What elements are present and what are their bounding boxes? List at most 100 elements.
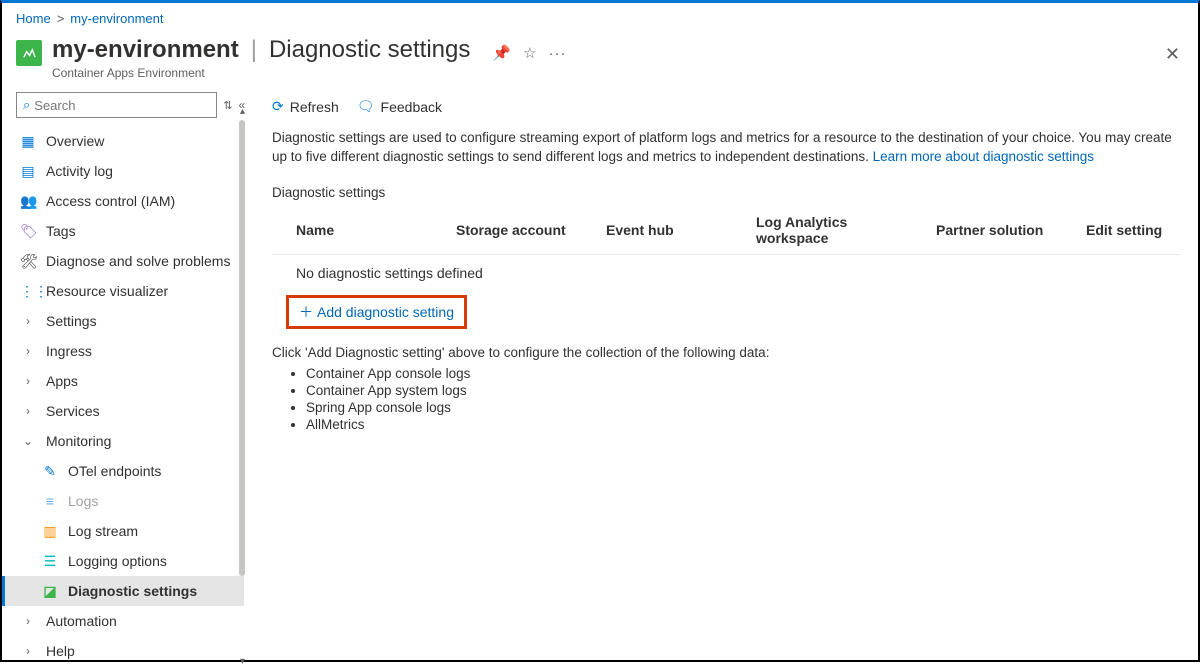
sidebar-group-services[interactable]: › Services: [2, 396, 244, 426]
page-header: my-environment | Diagnostic settings 📌 ☆…: [2, 30, 1198, 88]
sidebar-item-label: Log stream: [68, 523, 138, 539]
sidebar-item-label: Services: [46, 403, 100, 419]
list-item: Spring App console logs: [306, 400, 1180, 415]
diagnose-icon: 🛠: [20, 253, 36, 270]
list-item: Container App console logs: [306, 366, 1180, 381]
hint-text: Click 'Add Diagnostic setting' above to …: [272, 345, 1180, 360]
col-storage: Storage account: [432, 206, 582, 255]
diagnostic-settings-icon: ◪: [42, 583, 58, 600]
breadcrumb-sep: >: [57, 11, 65, 26]
list-item: AllMetrics: [306, 417, 1180, 432]
col-eventhub: Event hub: [582, 206, 732, 255]
sidebar-item-label: Access control (IAM): [46, 193, 175, 209]
sidebar-item-label: Tags: [46, 223, 76, 239]
sidebar-group-ingress[interactable]: › Ingress: [2, 336, 244, 366]
refresh-button[interactable]: ⟳ Refresh: [272, 98, 339, 115]
access-control-icon: 👥: [20, 193, 36, 210]
breadcrumb-home[interactable]: Home: [16, 11, 51, 26]
feedback-icon: 🗨: [357, 98, 375, 115]
sidebar-item-label: Diagnose and solve problems: [46, 253, 230, 269]
sidebar-item-label: Monitoring: [46, 433, 111, 449]
sidebar-search[interactable]: ⌕: [16, 92, 217, 118]
search-input[interactable]: [34, 98, 210, 113]
col-name: Name: [272, 206, 432, 255]
visualizer-icon: ⋮⋮: [20, 283, 36, 300]
learn-more-link[interactable]: Learn more about diagnostic settings: [873, 149, 1094, 164]
sidebar-group-settings[interactable]: › Settings: [2, 306, 244, 336]
sidebar-item-label: Overview: [46, 133, 104, 149]
breadcrumb: Home > my-environment: [2, 3, 1198, 30]
sidebar-item-otel[interactable]: ✎ OTel endpoints: [2, 456, 244, 486]
sidebar-item-diagnostic-settings[interactable]: ◪ Diagnostic settings: [2, 576, 244, 606]
section-label: Diagnostic settings: [272, 185, 1180, 200]
chevron-right-icon: ›: [20, 374, 36, 388]
close-button[interactable]: ✕: [1165, 44, 1180, 65]
diagnostic-settings-table: Name Storage account Event hub Log Analy…: [272, 206, 1180, 291]
description-text: Diagnostic settings are used to configur…: [272, 125, 1180, 179]
scroll-up-icon[interactable]: ▴: [240, 106, 245, 117]
sidebar-item-label: Settings: [46, 313, 97, 329]
sidebar-item-overview[interactable]: ▦ Overview: [2, 126, 244, 156]
sidebar-item-label: Activity log: [46, 163, 113, 179]
col-partner: Partner solution: [912, 206, 1062, 255]
feedback-button[interactable]: 🗨 Feedback: [357, 98, 442, 115]
pin-icon[interactable]: 📌: [492, 44, 511, 62]
search-icon: ⌕: [23, 97, 30, 113]
sidebar-item-tags[interactable]: 🏷 Tags: [2, 216, 244, 246]
sidebar-item-access-control[interactable]: 👥 Access control (IAM): [2, 186, 244, 216]
more-icon[interactable]: ···: [549, 45, 567, 62]
sidebar-item-label: Logging options: [68, 553, 167, 569]
title-separator: |: [251, 36, 257, 64]
toolbar: ⟳ Refresh 🗨 Feedback: [272, 92, 1180, 125]
sidebar-item-logging-options[interactable]: ☰ Logging options: [2, 546, 244, 576]
resource-type-subtitle: Container Apps Environment: [52, 66, 567, 80]
chevron-right-icon: ›: [20, 314, 36, 328]
sidebar-item-label: Logs: [68, 493, 98, 509]
chevron-right-icon: ›: [20, 404, 36, 418]
logging-options-icon: ☰: [42, 553, 58, 570]
sidebar-item-label: Resource visualizer: [46, 283, 168, 299]
tags-icon: 🏷: [20, 223, 36, 240]
add-diagnostic-highlight: ＋ Add diagnostic setting: [286, 295, 467, 329]
sidebar-group-monitoring[interactable]: ⌄ Monitoring: [2, 426, 244, 456]
sidebar-item-logs[interactable]: ≡ Logs: [2, 486, 244, 516]
list-item: Container App system logs: [306, 383, 1180, 398]
col-edit: Edit setting: [1062, 206, 1180, 255]
refresh-icon: ⟳: [272, 98, 284, 115]
sidebar-item-label: Help: [46, 643, 75, 659]
sort-icon[interactable]: ⇅: [223, 99, 232, 112]
sidebar-group-automation[interactable]: › Automation: [2, 606, 244, 636]
overview-icon: ▦: [20, 133, 36, 150]
sidebar-item-resource-visualizer[interactable]: ⋮⋮ Resource visualizer: [2, 276, 244, 306]
empty-message: No diagnostic settings defined: [272, 254, 1180, 291]
sidebar-scrollbar[interactable]: ▴ ▾: [237, 118, 245, 655]
sidebar-item-label: Ingress: [46, 343, 92, 359]
log-stream-icon: ▥: [42, 523, 58, 540]
col-law: Log Analytics workspace: [732, 206, 912, 255]
sidebar-item-diagnose-solve[interactable]: 🛠 Diagnose and solve problems: [2, 246, 244, 276]
add-diagnostic-setting-button[interactable]: ＋ Add diagnostic setting: [289, 298, 464, 326]
sidebar-menu: ▦ Overview ▤ Activity log 👥 Access contr…: [2, 122, 244, 659]
page-title: Diagnostic settings: [269, 36, 470, 64]
sidebar-item-log-stream[interactable]: ▥ Log stream: [2, 516, 244, 546]
chevron-down-icon: ⌄: [20, 434, 36, 448]
activity-log-icon: ▤: [20, 163, 36, 180]
data-types-list: Container App console logs Container App…: [306, 366, 1180, 432]
plus-icon: ＋: [299, 302, 313, 322]
favorite-icon[interactable]: ☆: [523, 44, 536, 62]
chevron-right-icon: ›: [20, 644, 36, 658]
chevron-right-icon: ›: [20, 614, 36, 628]
logs-icon: ≡: [42, 493, 58, 509]
breadcrumb-resource[interactable]: my-environment: [70, 11, 163, 26]
sidebar-item-label: Automation: [46, 613, 117, 629]
sidebar-group-apps[interactable]: › Apps: [2, 366, 244, 396]
sidebar: ⌕ ⇅ « ▦ Overview ▤ Activity log 👥 Access…: [2, 88, 244, 659]
sidebar-group-help[interactable]: › Help: [2, 636, 244, 659]
refresh-label: Refresh: [290, 99, 339, 115]
chevron-right-icon: ›: [20, 344, 36, 358]
otel-icon: ✎: [42, 463, 58, 480]
sidebar-item-activity-log[interactable]: ▤ Activity log: [2, 156, 244, 186]
feedback-label: Feedback: [381, 99, 442, 115]
sidebar-item-label: Diagnostic settings: [68, 583, 197, 599]
table-row-empty: No diagnostic settings defined: [272, 254, 1180, 291]
